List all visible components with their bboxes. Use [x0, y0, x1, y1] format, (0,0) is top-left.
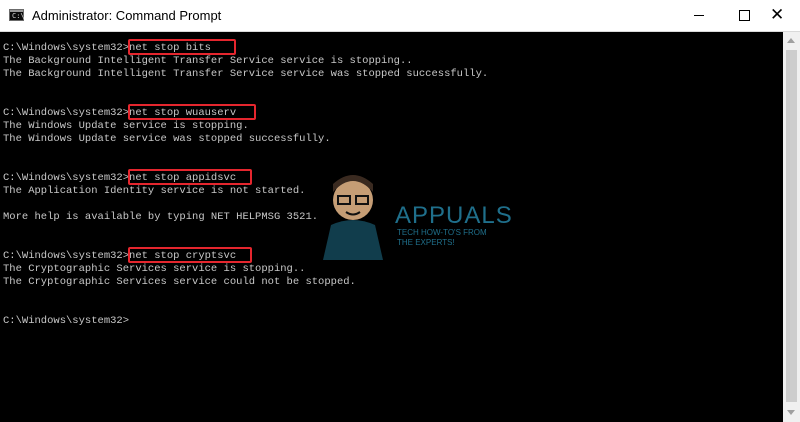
- console-line: The Windows Update service is stopping.: [3, 120, 249, 132]
- watermark-brand: APPUALS: [395, 202, 513, 229]
- close-icon: ✕: [770, 5, 785, 25]
- scrollbar-thumb[interactable]: [786, 50, 797, 402]
- watermark-tagline-2: THE EXPERTS!: [397, 238, 455, 247]
- mascot-icon: [323, 175, 383, 260]
- scroll-down-arrow-icon[interactable]: [787, 410, 795, 415]
- highlight-box-bits: [128, 39, 236, 55]
- watermark-tagline-1: TECH HOW-TO'S FROM: [397, 228, 487, 237]
- console-line: The Cryptographic Services service is st…: [3, 263, 306, 275]
- minimize-icon: [694, 15, 704, 16]
- console-line: The Application Identity service is not …: [3, 185, 306, 197]
- console-line: The Cryptographic Services service could…: [3, 276, 356, 288]
- appuals-watermark: APPUALS TECH HOW-TO'S FROM THE EXPERTS!: [313, 170, 512, 260]
- console-line: More help is available by typing NET HEL…: [3, 211, 319, 223]
- command-prompt-window: C:\ Administrator: Command Prompt ✕ C:\W…: [0, 0, 800, 422]
- close-button[interactable]: ✕: [754, 0, 800, 31]
- minimize-button[interactable]: [676, 0, 722, 31]
- console-line: The Background Intelligent Transfer Serv…: [3, 68, 489, 80]
- highlight-box-cryptsvc: [128, 247, 252, 263]
- scroll-up-arrow-icon[interactable]: [787, 38, 795, 43]
- title-bar[interactable]: C:\ Administrator: Command Prompt ✕: [0, 0, 800, 32]
- console-prompt: C:\Windows\system32>: [3, 315, 130, 327]
- console-line: The Windows Update service was stopped s…: [3, 133, 331, 145]
- maximize-icon: [739, 10, 750, 21]
- highlight-box-wuauserv: [128, 104, 256, 120]
- watermark-tagline: TECH HOW-TO'S FROM THE EXPERTS!: [397, 228, 487, 248]
- console-output[interactable]: C:\Windows\system32>net stop bits The Ba…: [0, 32, 783, 422]
- console-line: The Background Intelligent Transfer Serv…: [3, 55, 413, 67]
- vertical-scrollbar[interactable]: [783, 32, 800, 422]
- highlight-box-appidsvc: [128, 169, 252, 185]
- window-title: Administrator: Command Prompt: [32, 8, 222, 23]
- cmd-icon: C:\: [9, 9, 25, 21]
